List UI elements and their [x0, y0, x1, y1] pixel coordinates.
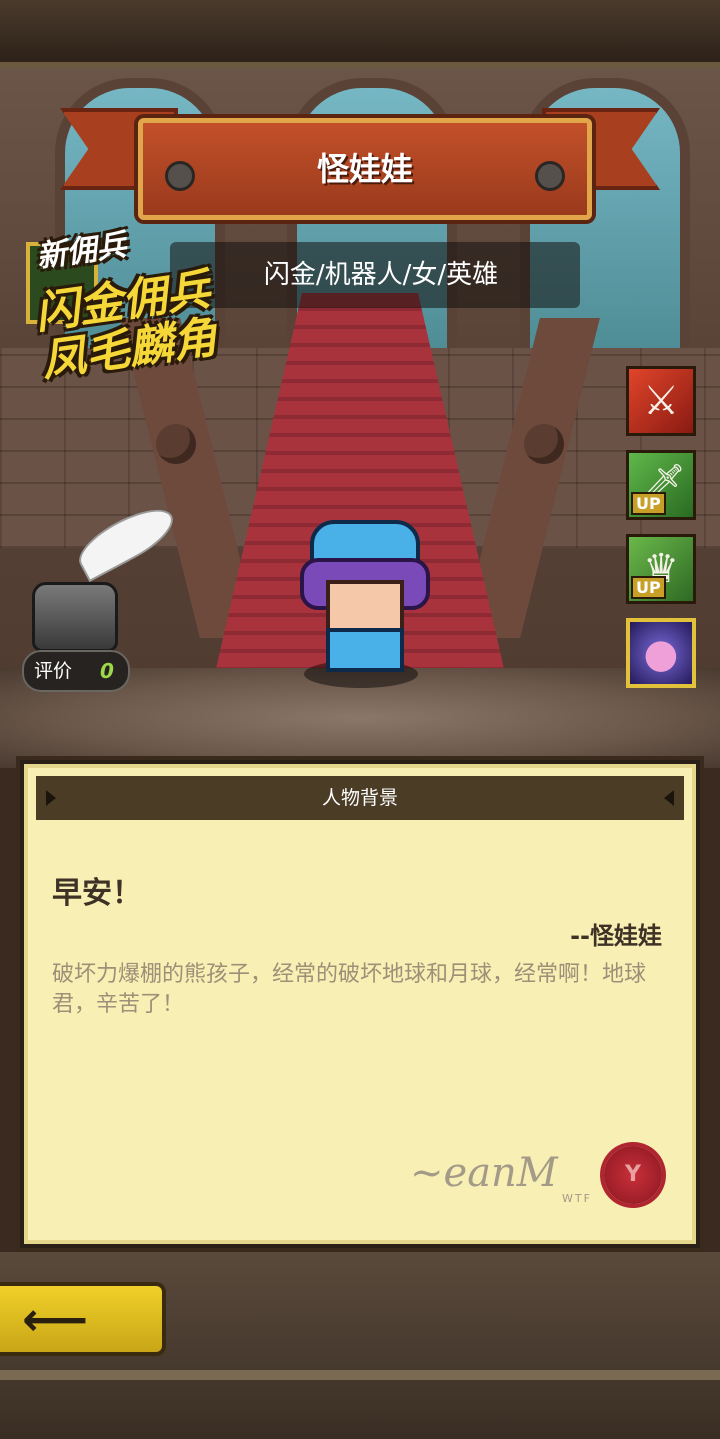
- character-name: 怪娃娃: [316, 150, 413, 188]
- rating-value: 0: [100, 659, 114, 683]
- top-frame: [0, 0, 720, 68]
- seal-mark: Y: [625, 1162, 641, 1187]
- description-text: 破坏力爆棚的熊孩子，经常的破坏地球和月球，经常啊！地球君，辛苦了！: [52, 962, 647, 1017]
- signature-image: ~eanM: [410, 1150, 558, 1196]
- sprite-body: [326, 628, 404, 672]
- character-traits: 闪金/机器人/女/英雄: [263, 260, 499, 290]
- panel-title: 人物背景: [321, 787, 398, 809]
- inkpot-icon[interactable]: [32, 582, 118, 652]
- banner-plate: 怪娃娃: [138, 118, 592, 220]
- slash-skill-icon: ⚔: [643, 378, 679, 424]
- skill-slot-2[interactable]: 🗡 UP: [626, 450, 696, 520]
- triangle-right-icon: [664, 790, 674, 806]
- skill-slot-1[interactable]: ⚔: [626, 366, 696, 436]
- signature-mark: WTF: [562, 1192, 592, 1205]
- up-badge: UP: [631, 492, 666, 515]
- up-badge: UP: [631, 576, 666, 599]
- rail-post: [156, 424, 196, 464]
- back-button[interactable]: ⟵: [0, 1282, 166, 1356]
- name-banner: 怪娃娃: [60, 100, 660, 224]
- greeting-text: 早安！: [52, 876, 142, 911]
- rail-post: [524, 424, 564, 464]
- rating-label: 评价: [34, 660, 73, 682]
- character-traits-box: 闪金/机器人/女/英雄: [170, 242, 580, 308]
- character-sprite: [296, 520, 430, 690]
- slime-icon: ●: [643, 631, 679, 677]
- wax-seal-icon: Y: [604, 1146, 662, 1204]
- skill-slot-4[interactable]: ●: [626, 618, 696, 688]
- signoff-text: --怪娃娃: [570, 922, 662, 950]
- rating-button[interactable]: 评价 0: [22, 650, 130, 692]
- back-arrow-icon: ⟵: [22, 1292, 88, 1346]
- skill-slot-3[interactable]: ♛ UP: [626, 534, 696, 604]
- bottom-rim: [0, 1370, 720, 1380]
- panel-header: 人物背景: [36, 776, 684, 820]
